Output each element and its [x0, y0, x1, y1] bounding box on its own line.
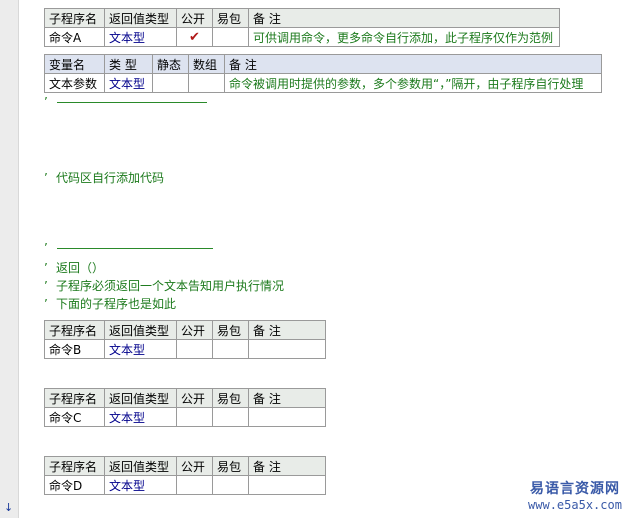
- easy-package-cell[interactable]: [212, 339, 249, 359]
- parameter-table: 变量名 类 型 静态 数组 备 注 文本参数 文本型 命令被调用时提供的参数，多…: [44, 54, 602, 93]
- col-return-type: 返回值类型: [104, 320, 177, 340]
- col-easy-package: 易包: [212, 388, 249, 408]
- parameter-type-cell[interactable]: 文本型: [104, 73, 153, 93]
- subroutine-table-a: 子程序名 返回值类型 公开 易包 备 注 命令A 文本型 ✔ 可供调用命令，更多…: [44, 8, 560, 47]
- subroutine-name-cell[interactable]: 命令D: [44, 475, 105, 495]
- col-subroutine-name: 子程序名: [44, 388, 105, 408]
- subroutine-table-b: 子程序名 返回值类型 公开 易包 备 注 命令B 文本型: [44, 320, 326, 359]
- subroutine-table-c: 子程序名 返回值类型 公开 易包 备 注 命令C 文本型: [44, 388, 326, 427]
- subroutine-row[interactable]: 命令A 文本型 ✔ 可供调用命令，更多命令自行添加，此子程序仅作为范例: [44, 27, 560, 47]
- col-note: 备 注: [248, 456, 326, 476]
- note-cell[interactable]: 可供调用命令，更多命令自行添加，此子程序仅作为范例: [248, 27, 560, 47]
- public-cell[interactable]: [176, 407, 213, 427]
- col-subroutine-name: 子程序名: [44, 456, 105, 476]
- col-note: 备 注: [248, 388, 326, 408]
- col-public: 公开: [176, 388, 213, 408]
- public-check-icon[interactable]: ✔: [176, 27, 213, 47]
- subroutine-table-d: 子程序名 返回值类型 公开 易包 备 注 命令D 文本型: [44, 456, 326, 495]
- easy-package-cell[interactable]: [212, 27, 249, 47]
- subroutine-row[interactable]: 命令B 文本型: [44, 339, 326, 359]
- col-return-type: 返回值类型: [104, 456, 177, 476]
- below-also-comment[interactable]: ’ 下面的子程序也是如此: [44, 296, 176, 312]
- col-easy-package: 易包: [212, 320, 249, 340]
- col-subroutine-name: 子程序名: [44, 320, 105, 340]
- col-note: 备 注: [248, 320, 326, 340]
- easy-package-cell[interactable]: [212, 407, 249, 427]
- subroutine-row[interactable]: 命令D 文本型: [44, 475, 326, 495]
- must-return-comment[interactable]: ’ 子程序必须返回一个文本告知用户执行情况: [44, 278, 284, 294]
- code-area-comment[interactable]: ’ 代码区自行添加代码: [44, 170, 164, 186]
- subroutine-header-row: 子程序名 返回值类型 公开 易包 备 注: [44, 388, 326, 408]
- note-cell[interactable]: [248, 407, 326, 427]
- col-param-note: 备 注: [224, 54, 602, 74]
- separator-comment-2[interactable]: ’: [44, 240, 213, 256]
- return-type-cell[interactable]: 文本型: [104, 475, 177, 495]
- public-cell[interactable]: [176, 475, 213, 495]
- col-type: 类 型: [104, 54, 153, 74]
- array-cell[interactable]: [188, 73, 225, 93]
- parameter-row[interactable]: 文本参数 文本型 命令被调用时提供的参数，多个参数用“，”隔开，由子程序自行处理: [44, 73, 602, 93]
- subroutine-header-row: 子程序名 返回值类型 公开 易包 备 注: [44, 8, 560, 28]
- col-array: 数组: [188, 54, 225, 74]
- subroutine-header-row: 子程序名 返回值类型 公开 易包 备 注: [44, 320, 326, 340]
- col-variable-name: 变量名: [44, 54, 105, 74]
- watermark-en: www.e5a5x.com: [528, 498, 622, 512]
- parameter-header-row: 变量名 类 型 静态 数组 备 注: [44, 54, 602, 74]
- note-cell[interactable]: [248, 475, 326, 495]
- parameter-name-cell[interactable]: 文本参数: [44, 73, 105, 93]
- col-note: 备 注: [248, 8, 560, 28]
- return-comment[interactable]: ’ 返回（）: [44, 260, 104, 276]
- down-arrow-icon: ↓: [4, 501, 14, 514]
- separator-comment-1[interactable]: ’: [44, 94, 207, 110]
- watermark-cn: 易语言资源网: [530, 481, 620, 497]
- easy-package-cell[interactable]: [212, 475, 249, 495]
- subroutine-name-cell[interactable]: 命令B: [44, 339, 105, 359]
- editor-gutter: ↓: [0, 0, 19, 518]
- subroutine-row[interactable]: 命令C 文本型: [44, 407, 326, 427]
- col-public: 公开: [176, 320, 213, 340]
- col-easy-package: 易包: [212, 8, 249, 28]
- parameter-note-cell[interactable]: 命令被调用时提供的参数，多个参数用“，”隔开，由子程序自行处理: [224, 73, 602, 93]
- separator-line: [57, 102, 207, 103]
- col-public: 公开: [176, 8, 213, 28]
- col-return-type: 返回值类型: [104, 388, 177, 408]
- separator-line: [57, 248, 213, 249]
- note-cell[interactable]: [248, 339, 326, 359]
- public-cell[interactable]: [176, 339, 213, 359]
- return-type-cell[interactable]: 文本型: [104, 27, 177, 47]
- watermark: 易语言资源网 www.e5a5x.com: [515, 478, 635, 512]
- static-cell[interactable]: [152, 73, 189, 93]
- return-type-cell[interactable]: 文本型: [104, 407, 177, 427]
- col-easy-package: 易包: [212, 456, 249, 476]
- subroutine-header-row: 子程序名 返回值类型 公开 易包 备 注: [44, 456, 326, 476]
- subroutine-name-cell[interactable]: 命令C: [44, 407, 105, 427]
- col-return-type: 返回值类型: [104, 8, 177, 28]
- col-static: 静态: [152, 54, 189, 74]
- col-public: 公开: [176, 456, 213, 476]
- return-type-cell[interactable]: 文本型: [104, 339, 177, 359]
- col-subroutine-name: 子程序名: [44, 8, 105, 28]
- subroutine-name-cell[interactable]: 命令A: [44, 27, 105, 47]
